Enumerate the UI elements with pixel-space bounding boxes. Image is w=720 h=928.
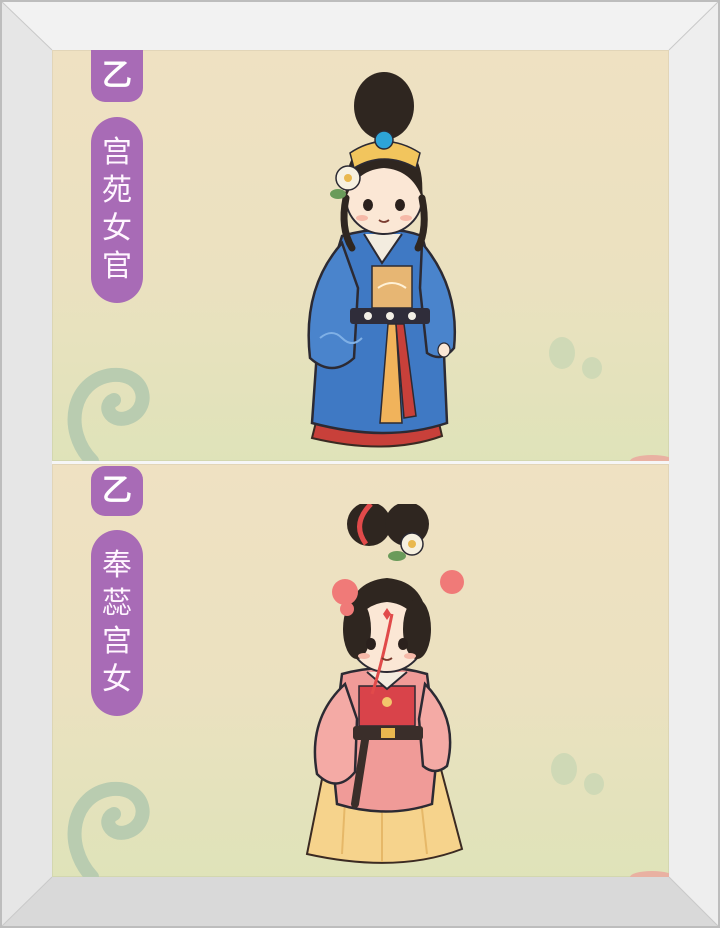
grade-label: 乙 bbox=[102, 58, 132, 93]
character-title: 宫苑女官 bbox=[102, 135, 132, 284]
cloud-swirl-decoration bbox=[67, 781, 150, 877]
leaf-decoration bbox=[582, 357, 602, 379]
grade-badge: 乙 bbox=[91, 466, 143, 516]
palace-maid-character[interactable] bbox=[287, 504, 487, 874]
character-title: 奉蕊宫女 bbox=[102, 548, 132, 697]
grade-label: 乙 bbox=[102, 473, 132, 508]
leaf-decoration bbox=[584, 773, 604, 795]
cloud-swirl-decoration bbox=[67, 367, 150, 461]
title-pill: 宫苑女官 bbox=[91, 117, 143, 303]
grade-badge: 乙 bbox=[91, 50, 143, 102]
character-card-1[interactable]: 乙 宫苑女官 bbox=[52, 50, 669, 461]
character-card-2[interactable]: 乙 奉蕊宫女 bbox=[52, 464, 669, 877]
court-official-character[interactable] bbox=[292, 58, 472, 461]
leaf-decoration bbox=[549, 337, 575, 369]
title-pill: 奉蕊宫女 bbox=[91, 530, 143, 716]
petal-decoration bbox=[630, 871, 669, 877]
leaf-decoration bbox=[551, 753, 577, 785]
